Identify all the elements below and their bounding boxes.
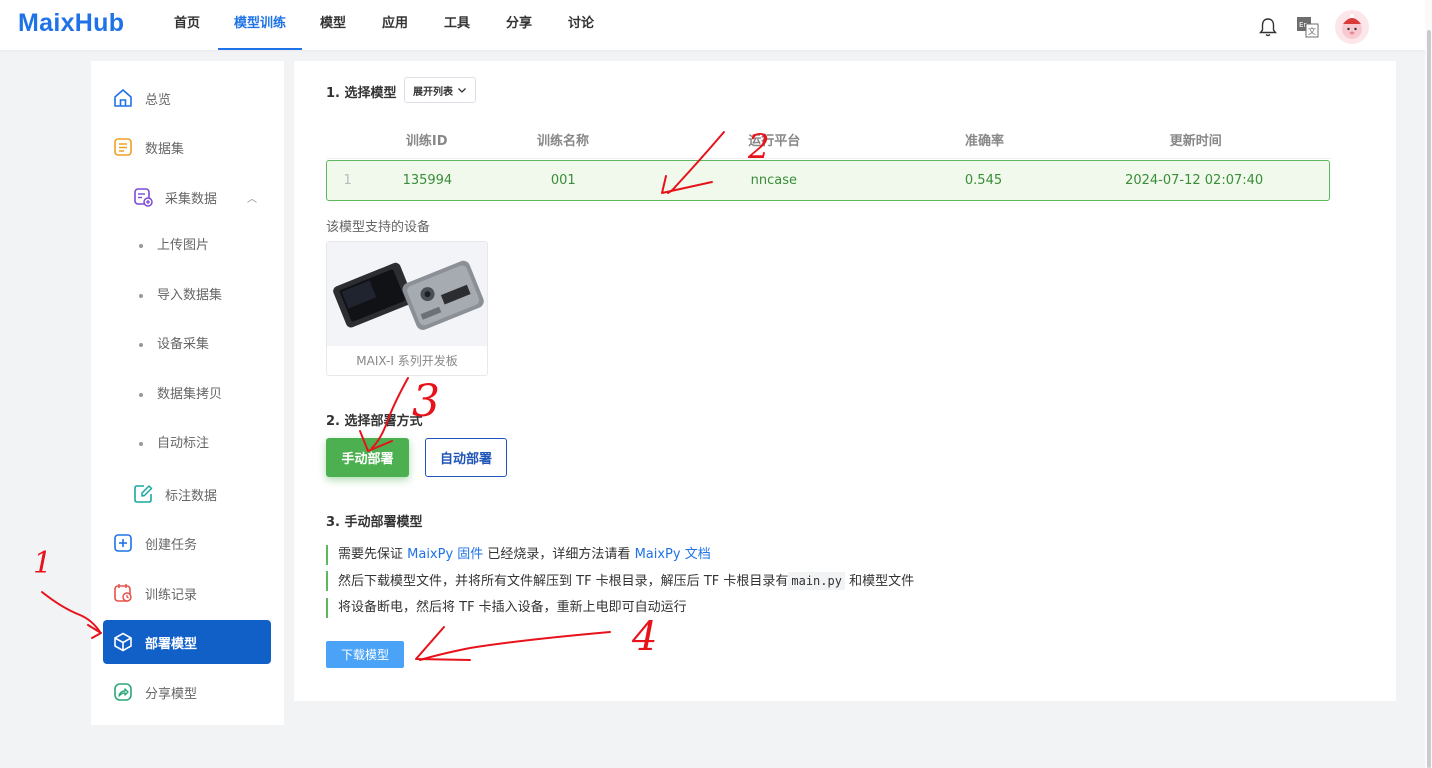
header-updated: 更新时间: [1169, 134, 1222, 149]
page-scrollbar[interactable]: [1425, 0, 1432, 768]
sidebar-item-label: 创建任务: [145, 537, 198, 553]
instruction-step-3: 将设备断电，然后将 TF 卡插入设备，重新上电即可自动运行: [326, 598, 687, 618]
annotate-icon: [132, 483, 154, 505]
sidebar-item-label: 总览: [145, 92, 172, 108]
instruction-step-2: 然后下载模型文件，并将所有文件解压到 TF 卡根目录，解压后 TF 卡根目录有 m…: [326, 571, 914, 591]
sidebar-item-label: 部署模型: [145, 636, 198, 652]
device-image: [327, 242, 487, 346]
device-name: MAIX-I 系列开发板: [356, 354, 458, 368]
maixhub-logo[interactable]: MaixHub: [18, 9, 124, 38]
section-deploy-method-title: 2. 选择部署方式: [326, 414, 423, 429]
sidebar-item-deploy-model[interactable]: 部署模型: [103, 620, 271, 664]
sidebar-item-annotate-data[interactable]: 标注数据: [103, 472, 271, 516]
sidebar-item-label: 标注数据: [165, 488, 218, 504]
auto-deploy-button[interactable]: 自动部署: [425, 438, 507, 477]
main-nav: 首页 模型训练 模型 应用 工具 分享 讨论: [156, 0, 612, 50]
language-switch-icon[interactable]: En 文: [1295, 14, 1321, 40]
document-icon: [112, 136, 134, 158]
sidebar-subitem-import-dataset[interactable]: 导入数据集: [139, 286, 222, 306]
main-py-code: main.py: [788, 572, 845, 590]
scrollbar-thumb[interactable]: [1427, 30, 1431, 768]
sidebar-item-share-model[interactable]: 分享模型: [103, 670, 271, 714]
top-navbar: MaixHub 首页 模型训练 模型 应用 工具 分享 讨论 En 文: [0, 0, 1425, 50]
chevron-down-icon: [458, 88, 466, 93]
table-row[interactable]: 1 135994 001 nncase 0.545 2024-07-12 02:…: [326, 160, 1330, 201]
nav-share[interactable]: 分享: [488, 0, 550, 50]
nav-model-training[interactable]: 模型训练: [218, 0, 302, 50]
sidebar-item-dataset[interactable]: 数据集: [103, 125, 271, 169]
section-manual-deploy-title: 3. 手动部署模型: [326, 515, 423, 530]
maixpy-firmware-link[interactable]: MaixPy 固件: [407, 547, 483, 562]
manual-deploy-button[interactable]: 手动部署: [326, 438, 409, 477]
sidebar: 总览 数据集 采集数据 ︿ 上传图片 导入数据集 设备采集 数据集拷贝 自动标注…: [91, 61, 284, 725]
expand-list-button[interactable]: 展开列表: [404, 77, 476, 103]
device-card[interactable]: MAIX-I 系列开发板: [326, 241, 488, 376]
sidebar-item-label: 分享模型: [145, 686, 198, 702]
sidebar-item-overview[interactable]: 总览: [103, 76, 271, 120]
instruction-step-1: 需要先保证 MaixPy 固件 已经烧录，详细方法请看 MaixPy 文档: [326, 545, 711, 565]
cube-icon: [112, 631, 134, 653]
sidebar-subitem-auto-label[interactable]: 自动标注: [139, 434, 209, 454]
table-header: 训练ID 训练名称 运行平台 准确率 更新时间: [326, 121, 1331, 159]
sidebar-subitem-upload-images[interactable]: 上传图片: [139, 236, 209, 256]
model-table: 训练ID 训练名称 运行平台 准确率 更新时间 1 135994 001 nnc…: [326, 121, 1331, 201]
header-train-name: 训练名称: [536, 134, 589, 149]
sidebar-item-label: 数据集: [145, 141, 185, 157]
bell-icon[interactable]: [1255, 14, 1281, 40]
collect-icon: [132, 186, 154, 208]
svg-text:文: 文: [1308, 26, 1316, 36]
maixpy-docs-link[interactable]: MaixPy 文档: [635, 547, 711, 562]
sidebar-subitem-dataset-copy[interactable]: 数据集拷贝: [139, 385, 222, 405]
chevron-up-icon[interactable]: ︿: [247, 190, 257, 205]
download-model-button[interactable]: 下载模型: [326, 641, 404, 668]
sidebar-item-label: 训练记录: [145, 587, 198, 603]
sidebar-item-training-history[interactable]: 训练记录: [103, 571, 271, 615]
home-icon: [112, 87, 134, 109]
user-avatar[interactable]: [1335, 10, 1369, 44]
plus-square-icon: [112, 532, 134, 554]
section-select-model-title: 1. 选择模型: [326, 86, 397, 101]
sidebar-subitem-device-collect[interactable]: 设备采集: [139, 335, 209, 355]
supported-devices-label: 该模型支持的设备: [326, 220, 431, 235]
history-icon: [112, 582, 134, 604]
header-train-id: 训练ID: [405, 134, 448, 149]
sidebar-item-collect-data[interactable]: 采集数据 ︿: [103, 175, 271, 219]
nav-discuss[interactable]: 讨论: [550, 0, 612, 50]
share-icon: [112, 681, 134, 703]
header-platform: 运行平台: [748, 134, 801, 149]
nav-models[interactable]: 模型: [302, 0, 364, 50]
header-accuracy: 准确率: [964, 134, 1004, 149]
nav-apps[interactable]: 应用: [364, 0, 426, 50]
deploy-panel: 1. 选择模型 展开列表 训练ID 训练名称 运行平台 准确率 更新时间 1 1…: [294, 61, 1396, 701]
sidebar-item-label: 采集数据: [165, 191, 218, 207]
annotation-number-1: 1: [33, 546, 52, 581]
nav-tools[interactable]: 工具: [426, 0, 488, 50]
sidebar-item-create-task[interactable]: 创建任务: [103, 521, 271, 565]
nav-home[interactable]: 首页: [156, 0, 218, 50]
